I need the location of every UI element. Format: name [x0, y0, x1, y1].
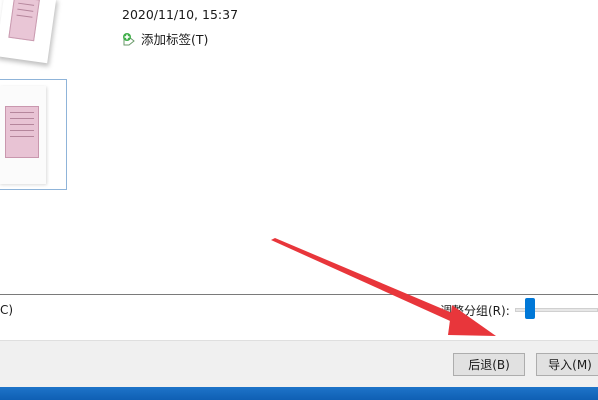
adjust-group-label: 调整分组(R):	[440, 304, 510, 318]
photo-date: 2020/11/10, 15:37	[122, 7, 239, 22]
taskbar	[0, 387, 598, 400]
photo-thumbnail-selected[interactable]	[0, 79, 67, 190]
photo-list-area: 2020/11/10, 15:37 添加标签(T)	[0, 0, 598, 294]
receipt-image	[8, 0, 40, 42]
add-tag-label: 添加标签(T)	[141, 32, 209, 47]
group-left-text: C)	[0, 303, 14, 317]
group-adjust-row: C) 调整分组(R):	[0, 295, 598, 340]
dialog-button-bar: 后退(B) 导入(M)	[0, 340, 598, 387]
group-slider-thumb[interactable]	[525, 298, 535, 319]
receipt-image	[5, 106, 39, 158]
import-button[interactable]: 导入(M)	[536, 353, 598, 376]
photo-thumbnail-top[interactable]	[0, 0, 57, 64]
photo-image	[0, 86, 46, 184]
add-tag-link[interactable]: 添加标签(T)	[121, 29, 208, 48]
tag-add-icon	[121, 31, 137, 47]
back-button[interactable]: 后退(B)	[453, 353, 525, 376]
